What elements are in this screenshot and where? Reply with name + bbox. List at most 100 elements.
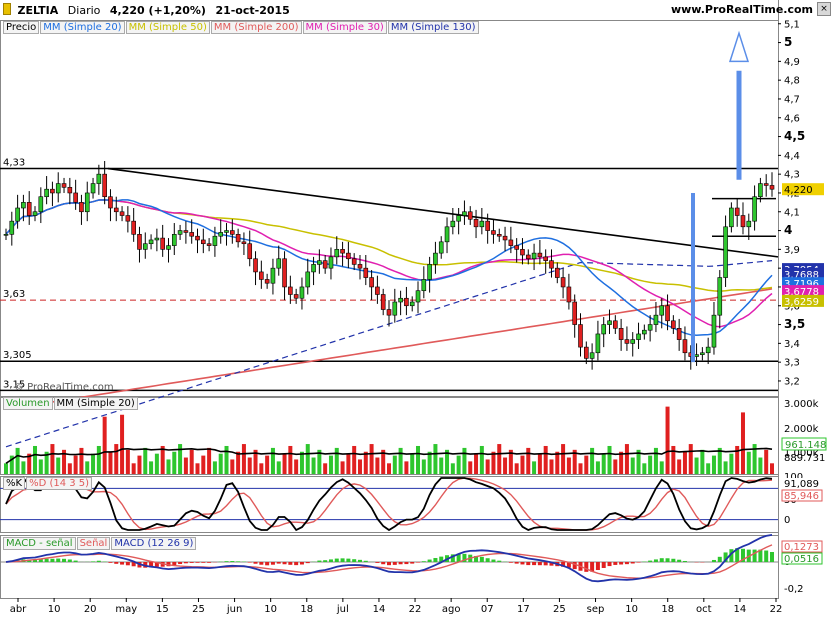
candle-body xyxy=(276,258,282,269)
macd-histogram-bar xyxy=(259,562,264,565)
price-legend-item[interactable]: MM (Simple 130) xyxy=(387,21,479,34)
macd-histogram-bar xyxy=(340,558,345,562)
macd-histogram-bar xyxy=(630,562,635,564)
candle-body xyxy=(212,235,218,246)
macd-legend-item[interactable]: MACD (12 26 9) xyxy=(111,537,197,550)
time-tick-label: may xyxy=(115,604,137,615)
candle-body xyxy=(665,305,670,322)
candle-body xyxy=(763,183,769,186)
volume-legend-item[interactable]: Volumen xyxy=(3,397,53,410)
volume-bar xyxy=(770,463,774,474)
stochastic-legend-item[interactable]: %K xyxy=(3,477,26,490)
macd-histogram-bar xyxy=(410,562,415,564)
time-tick-label: ago xyxy=(442,604,461,615)
price-tick-label: 3,3 xyxy=(784,358,800,369)
macd-histogram-bar xyxy=(543,562,548,566)
candle-body xyxy=(270,267,276,284)
candle-body xyxy=(55,183,61,194)
price-legend-item[interactable]: MM (Simple 30) xyxy=(302,21,387,34)
volume-bar xyxy=(584,455,589,474)
price-legend-item[interactable]: MM (Simple 20) xyxy=(40,21,125,34)
volume-bar xyxy=(561,444,566,474)
candle-body xyxy=(206,243,212,246)
volume-bar xyxy=(491,451,496,474)
candle-body xyxy=(340,249,345,254)
volume-bar xyxy=(630,457,635,474)
close-icon[interactable]: × xyxy=(817,2,831,16)
macd-histogram-bar xyxy=(317,560,322,562)
candle-body xyxy=(241,241,247,245)
candle-body xyxy=(119,211,125,216)
candle-body xyxy=(723,226,728,278)
volume-bar xyxy=(50,444,55,474)
macd-histogram-bar xyxy=(717,556,722,562)
candle-body xyxy=(450,220,456,228)
macd-histogram-bar xyxy=(224,561,229,562)
candle-body xyxy=(525,254,531,260)
candle-body xyxy=(142,243,148,250)
candle-body xyxy=(32,211,38,216)
macd-histogram-bar xyxy=(62,558,67,562)
volume-bar xyxy=(619,451,624,474)
volume-bar xyxy=(421,459,426,474)
macd-legend-item[interactable]: Señal xyxy=(76,537,111,550)
macd-histogram-bar xyxy=(659,558,664,562)
candle-body xyxy=(102,173,107,198)
volume-bar xyxy=(613,459,618,474)
volume-bar xyxy=(590,447,595,474)
candle-body xyxy=(572,301,577,325)
candle-body xyxy=(230,230,235,235)
site-label[interactable]: www.ProRealTime.com xyxy=(671,3,813,16)
macd-histogram-bar xyxy=(485,558,490,562)
candle-body xyxy=(90,183,96,194)
macd-histogram-bar xyxy=(421,561,426,562)
candle-body xyxy=(171,234,177,246)
macd-histogram-bar xyxy=(491,559,496,562)
candle-body xyxy=(392,301,398,316)
macd-histogram-bar xyxy=(236,561,241,562)
candle-body xyxy=(491,230,496,235)
pin-icon[interactable] xyxy=(3,3,11,15)
volume-bar xyxy=(410,453,415,474)
candle-body xyxy=(601,324,607,335)
volume-bar xyxy=(334,447,339,474)
candle-body xyxy=(554,267,560,278)
time-tick-label: abr xyxy=(10,604,27,615)
macd-legend-item[interactable]: MACD - señal xyxy=(3,537,76,550)
stochastic-legend-item[interactable]: %D (14 3 5) xyxy=(26,477,93,490)
candle-body xyxy=(218,232,224,237)
volume-legend-item[interactable]: MM (Simple 20) xyxy=(53,397,138,410)
macd-tick-label: -0,2 xyxy=(784,584,804,595)
price-legend-item[interactable]: MM (Simple 200) xyxy=(210,21,302,34)
price-tick-label: 3,4 xyxy=(784,339,800,350)
volume-bar xyxy=(102,416,107,474)
volume-bar xyxy=(108,451,113,474)
volume-bar xyxy=(595,461,600,474)
macd-legend: MACD - señal Señal MACD (12 26 9) xyxy=(3,537,197,550)
volume-ma-label: 961.148 xyxy=(785,440,826,451)
macd-histogram-bar xyxy=(96,560,101,562)
price-legend-item[interactable]: MM (Simple 50) xyxy=(125,21,210,34)
volume-bar xyxy=(706,463,711,474)
volume-bar xyxy=(352,445,357,474)
volume-bar xyxy=(305,444,310,474)
price-legend-item[interactable]: Precio xyxy=(3,21,40,34)
volume-bar xyxy=(450,463,455,474)
candle-body xyxy=(642,329,647,335)
candle-body xyxy=(363,267,369,278)
volume-bar xyxy=(183,457,188,474)
volume-bar xyxy=(189,449,194,474)
volume-bar xyxy=(265,455,270,474)
volume-bar xyxy=(21,461,26,474)
candle-body xyxy=(409,301,415,307)
volume-bar xyxy=(33,445,38,474)
candle-body xyxy=(160,237,165,250)
candle-body xyxy=(734,207,740,216)
candle-body xyxy=(613,320,618,329)
volume-bar xyxy=(532,461,537,474)
candle-body xyxy=(189,232,194,237)
volume-bar xyxy=(131,463,136,474)
time-tick-label: 10 xyxy=(625,604,638,615)
candle-body xyxy=(201,239,206,245)
macd-histogram-bar xyxy=(601,562,606,568)
